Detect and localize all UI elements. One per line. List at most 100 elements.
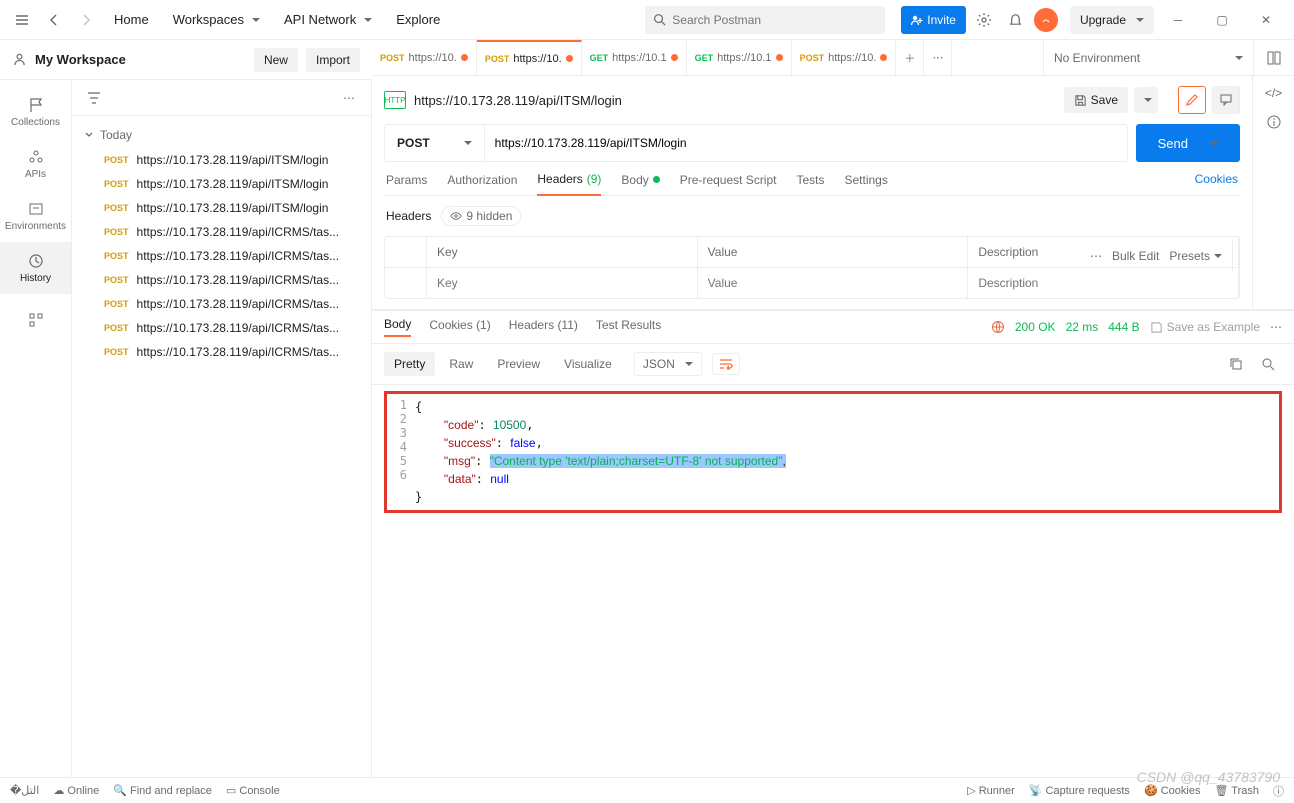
request-tab[interactable]: POSThttps://10. xyxy=(792,40,897,75)
history-item[interactable]: POSThttps://10.173.28.119/api/ICRMS/tas.… xyxy=(72,220,371,244)
sb-find[interactable]: 🔍 Find and replace xyxy=(113,784,212,797)
person-icon xyxy=(12,52,27,67)
value-input[interactable] xyxy=(708,276,958,290)
add-tab-button[interactable]: ＋ xyxy=(896,40,924,75)
resp-tab-cookies[interactable]: Cookies (1) xyxy=(429,318,490,336)
col-more[interactable]: ⋯ xyxy=(1090,249,1102,263)
wrap-icon[interactable] xyxy=(712,353,740,375)
hidden-toggle[interactable]: 9 hidden xyxy=(441,206,521,226)
tab-auth[interactable]: Authorization xyxy=(447,172,517,195)
resp-tab-headers[interactable]: Headers (11) xyxy=(509,318,578,336)
resp-more[interactable]: ⋯ xyxy=(1270,320,1282,334)
request-tab[interactable]: POSThttps://10. xyxy=(477,40,582,75)
back-icon[interactable] xyxy=(40,6,68,34)
filter-icon[interactable] xyxy=(80,84,108,112)
method-badge: POST xyxy=(104,227,129,237)
method-select[interactable]: POST xyxy=(384,124,485,162)
sb-runner[interactable]: ▷ Runner xyxy=(967,784,1015,797)
presets[interactable]: Presets xyxy=(1169,249,1222,263)
save-dropdown[interactable] xyxy=(1134,87,1158,113)
sb-cookies[interactable]: 🍪 Cookies xyxy=(1144,784,1201,797)
invite-button[interactable]: Invite xyxy=(901,6,966,34)
more-icon[interactable]: ⋯ xyxy=(335,84,363,112)
tab-tests[interactable]: Tests xyxy=(796,172,824,195)
sb-help[interactable]: ⓘ xyxy=(1273,783,1284,799)
desc-input[interactable] xyxy=(978,276,1228,290)
comment-icon[interactable] xyxy=(1212,86,1240,114)
mode-pretty[interactable]: Pretty xyxy=(384,352,435,376)
tab-headers[interactable]: Headers (9) xyxy=(537,172,601,196)
avatar[interactable] xyxy=(1034,8,1058,32)
history-item[interactable]: POSThttps://10.173.28.119/api/ITSM/login xyxy=(72,172,371,196)
mode-preview[interactable]: Preview xyxy=(487,352,550,376)
info-icon[interactable] xyxy=(1266,114,1282,130)
bulk-edit[interactable]: Bulk Edit xyxy=(1112,249,1159,263)
nav-explore[interactable]: Explore xyxy=(386,6,450,33)
copy-icon[interactable] xyxy=(1222,350,1250,378)
search-response-icon[interactable] xyxy=(1254,350,1282,378)
key-input[interactable] xyxy=(437,276,687,290)
tab-body[interactable]: Body xyxy=(621,172,659,195)
request-tab[interactable]: POSThttps://10. xyxy=(372,40,477,75)
code-icon[interactable]: </> xyxy=(1265,86,1282,100)
window-maximize[interactable]: ▢ xyxy=(1202,6,1242,34)
save-button[interactable]: Save xyxy=(1064,87,1128,113)
save-as-example[interactable]: Save as Example xyxy=(1150,320,1260,334)
history-item[interactable]: POSThttps://10.173.28.119/api/ITSM/login xyxy=(72,148,371,172)
sb-capture[interactable]: 📡 Capture requests xyxy=(1029,784,1130,797)
env-side-icon[interactable] xyxy=(1254,40,1294,75)
history-item[interactable]: POSThttps://10.173.28.119/api/ICRMS/tas.… xyxy=(72,268,371,292)
format-select[interactable]: JSON xyxy=(634,352,702,376)
nav-home[interactable]: Home xyxy=(104,6,159,33)
search-input[interactable] xyxy=(672,13,877,27)
request-tab[interactable]: GEThttps://10.1 xyxy=(687,40,792,75)
gear-icon[interactable] xyxy=(970,6,998,34)
request-tab[interactable]: GEThttps://10.1 xyxy=(582,40,687,75)
tab-settings[interactable]: Settings xyxy=(845,172,888,195)
tab-prerequest[interactable]: Pre-request Script xyxy=(680,172,777,195)
hamburger-icon[interactable] xyxy=(8,6,36,34)
global-search[interactable] xyxy=(645,6,885,34)
history-url: https://10.173.28.119/api/ICRMS/tas... xyxy=(137,273,340,287)
history-item[interactable]: POSThttps://10.173.28.119/api/ICRMS/tas.… xyxy=(72,316,371,340)
history-item[interactable]: POSThttps://10.173.28.119/api/ICRMS/tas.… xyxy=(72,340,371,364)
tab-overflow-button[interactable]: ⋯ xyxy=(924,40,952,75)
forward-icon[interactable] xyxy=(72,6,100,34)
sb-trash[interactable]: 🗑 Trash xyxy=(1214,784,1259,797)
nav-api-network[interactable]: API Network xyxy=(274,6,382,33)
new-button[interactable]: New xyxy=(254,48,298,72)
rail-more[interactable] xyxy=(0,294,71,346)
rail-environments[interactable]: Environments xyxy=(0,190,71,242)
bell-icon[interactable] xyxy=(1002,6,1030,34)
history-item[interactable]: POSThttps://10.173.28.119/api/ICRMS/tas.… xyxy=(72,292,371,316)
tab-label: https://10. xyxy=(409,52,457,64)
sb-console[interactable]: ▭ Console xyxy=(226,784,280,797)
mode-raw[interactable]: Raw xyxy=(439,352,483,376)
sidebar: ⋯ Today POSThttps://10.173.28.119/api/IT… xyxy=(72,80,372,777)
rail-apis[interactable]: APIs xyxy=(0,138,71,190)
rail-history[interactable]: History xyxy=(0,242,71,294)
upgrade-button[interactable]: Upgrade xyxy=(1070,6,1154,34)
environment-select[interactable]: No Environment xyxy=(1044,40,1254,75)
sb-sync-icon[interactable]: �التل xyxy=(10,784,39,797)
url-input[interactable] xyxy=(485,124,1128,162)
mode-visualize[interactable]: Visualize xyxy=(554,352,622,376)
history-item[interactable]: POSThttps://10.173.28.119/api/ITSM/login xyxy=(72,196,371,220)
history-group-today[interactable]: Today xyxy=(72,122,371,148)
send-button[interactable]: Send xyxy=(1136,124,1240,162)
window-minimize[interactable]: ─ xyxy=(1158,6,1198,34)
workspace-title[interactable]: My Workspace xyxy=(12,52,246,67)
request-tabs: Params Authorization Headers (9) Body Pr… xyxy=(384,162,1240,196)
sb-online[interactable]: ☁ Online xyxy=(53,784,99,797)
history-item[interactable]: POSThttps://10.173.28.119/api/ICRMS/tas.… xyxy=(72,244,371,268)
edit-icon[interactable] xyxy=(1178,86,1206,114)
unsaved-dot xyxy=(566,55,573,62)
resp-tab-tests[interactable]: Test Results xyxy=(596,318,661,336)
resp-tab-body[interactable]: Body xyxy=(384,317,411,337)
nav-workspaces[interactable]: Workspaces xyxy=(163,6,270,33)
rail-collections[interactable]: Collections xyxy=(0,86,71,138)
window-close[interactable]: ✕ xyxy=(1246,6,1286,34)
tab-params[interactable]: Params xyxy=(386,172,427,195)
cookies-link[interactable]: Cookies xyxy=(1195,172,1238,195)
import-button[interactable]: Import xyxy=(306,48,360,72)
